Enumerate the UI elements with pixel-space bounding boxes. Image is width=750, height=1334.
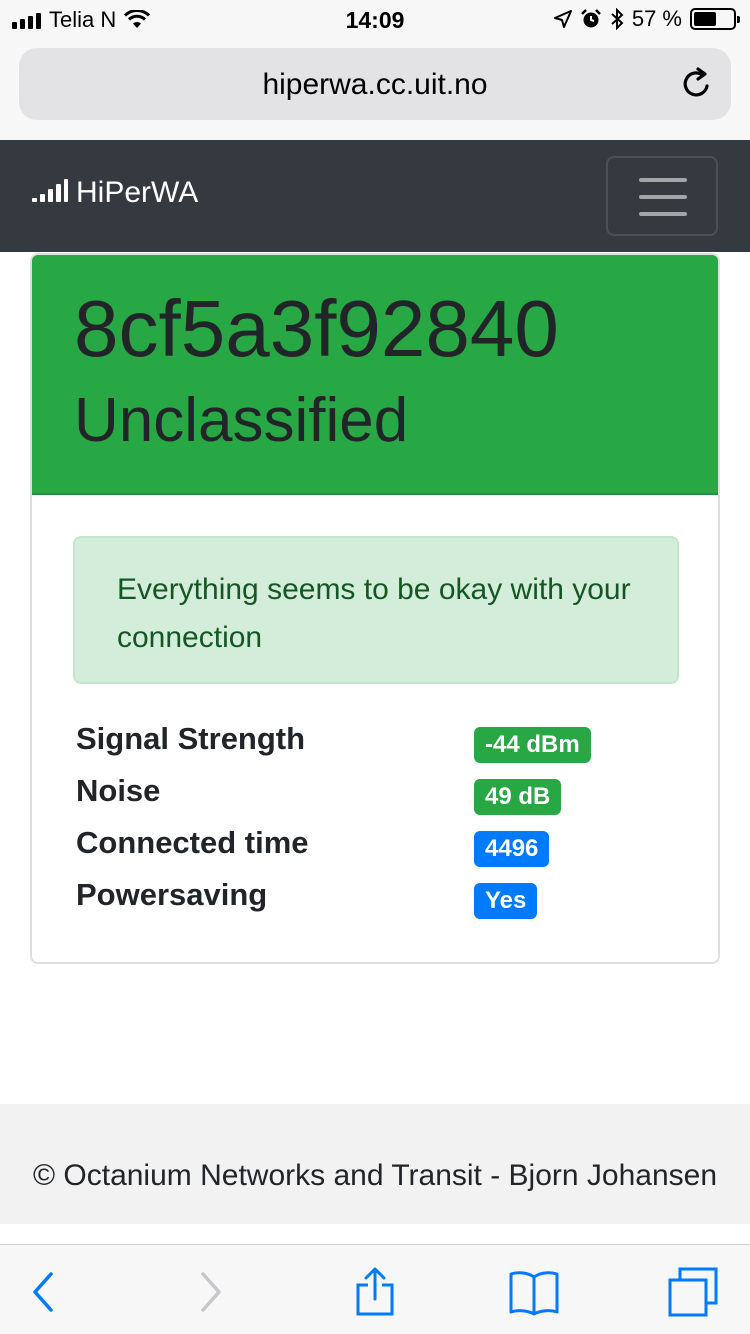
stat-label: Noise (76, 773, 161, 808)
reload-icon[interactable] (679, 66, 715, 102)
stat-row-signal-strength: Signal Strength -44 dBm (76, 721, 676, 773)
device-classification: Unclassified (74, 386, 409, 455)
device-card: 8cf5a3f92840 Unclassified Everything see… (30, 253, 720, 964)
status-right: 57 % (553, 6, 740, 32)
brand-label[interactable]: HiPerWA (76, 176, 198, 210)
tabs-icon[interactable] (668, 1267, 718, 1317)
bluetooth-icon (611, 8, 624, 30)
card-header: 8cf5a3f92840 Unclassified (32, 255, 718, 495)
stat-value-badge: -44 dBm (474, 727, 591, 763)
status-alert: Everything seems to be okay with your co… (73, 536, 679, 684)
page-footer: © Octanium Networks and Transit - Bjorn … (0, 1104, 750, 1224)
wifi-icon (124, 10, 151, 28)
navbar-brand[interactable]: HiPerWA (32, 176, 198, 210)
url-text[interactable]: hiperwa.cc.uit.no (19, 68, 731, 102)
browser-toolbar (0, 1244, 750, 1334)
bookmarks-icon[interactable] (509, 1267, 559, 1317)
battery-percent: 57 % (631, 6, 682, 31)
carrier-label: Telia N (49, 7, 117, 32)
stat-row-powersaving: Powersaving Yes (76, 877, 676, 929)
alarm-icon (580, 9, 601, 28)
location-arrow-icon (553, 10, 572, 28)
footer-text: © Octanium Networks and Transit - Bjorn … (32, 1159, 718, 1192)
back-icon[interactable] (18, 1267, 68, 1317)
stat-row-connected-time: Connected time 4496 (76, 825, 676, 877)
stat-row-noise: Noise 49 dB (76, 773, 676, 825)
status-left: Telia N (12, 7, 151, 33)
stat-value-badge: Yes (474, 883, 538, 919)
stat-value-badge: 4496 (474, 831, 550, 867)
navbar-toggler-button[interactable] (606, 156, 718, 236)
stat-label: Signal Strength (76, 721, 306, 756)
browser-address-area: hiperwa.cc.uit.no (0, 40, 750, 140)
signal-icon (12, 11, 41, 29)
share-icon[interactable] (350, 1267, 400, 1317)
stat-value-badge: 49 dB (474, 779, 562, 815)
battery-icon (690, 8, 740, 30)
signal-icon (32, 179, 68, 202)
navbar: HiPerWA (0, 140, 750, 252)
battery-fill (694, 12, 716, 26)
status-bar: Telia N 14:09 57 % (0, 0, 750, 40)
forward-icon[interactable] (186, 1267, 236, 1317)
address-bar[interactable]: hiperwa.cc.uit.no (19, 48, 731, 120)
stat-label: Powersaving (76, 877, 268, 912)
stat-label: Connected time (76, 825, 309, 860)
device-id: 8cf5a3f92840 (74, 284, 559, 373)
stats-list: Signal Strength -44 dBm Noise 49 dB Conn… (76, 721, 676, 929)
